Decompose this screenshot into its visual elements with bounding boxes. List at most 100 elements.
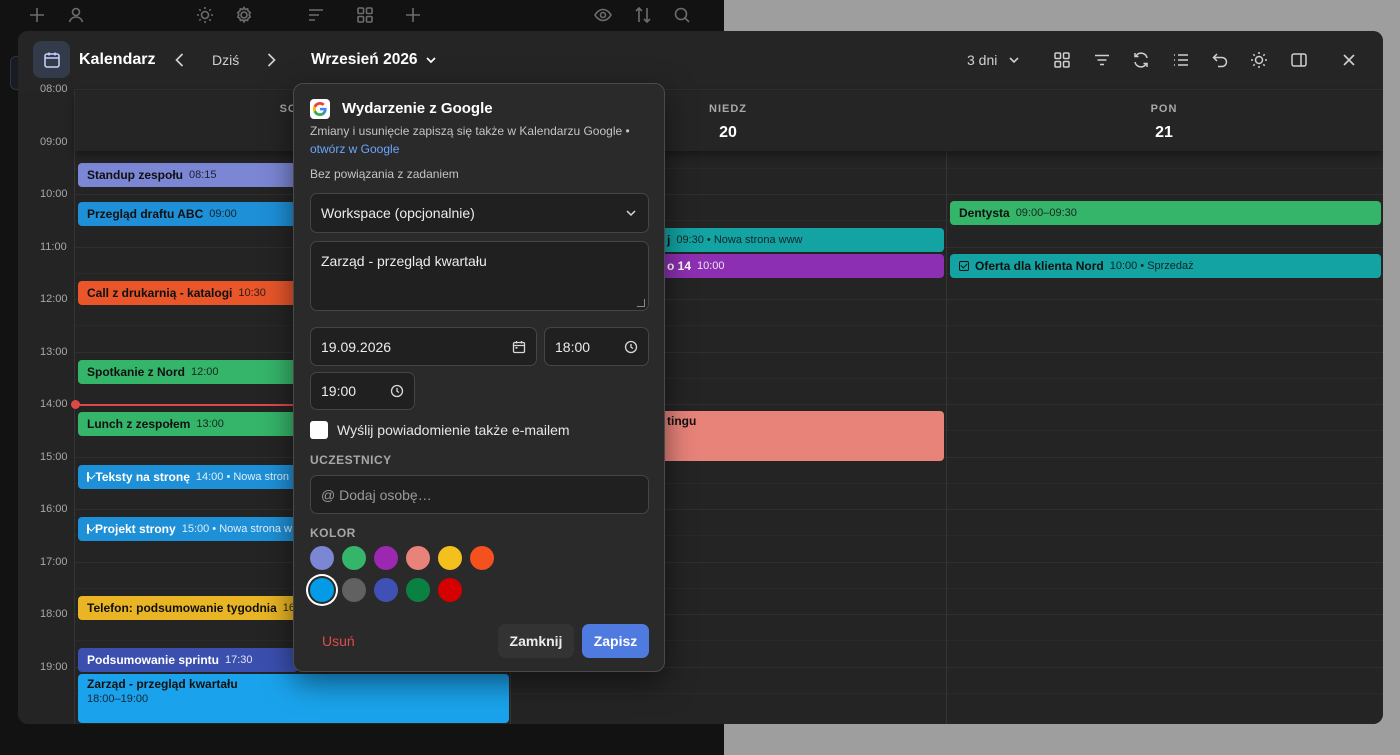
- event-sat-0[interactable]: Standup zespołu 08:15: [78, 163, 298, 187]
- hour-gridline: [74, 194, 1383, 195]
- email-notification-row[interactable]: Wyślij powiadomienie także e-mailem: [310, 421, 570, 439]
- participants-heading: UCZESTNICY: [310, 453, 392, 467]
- hour-label: 13:00: [40, 346, 68, 358]
- event-sat-6[interactable]: Projekt strony 15:00 • Nowa strona w: [78, 517, 298, 541]
- event-sat-4[interactable]: Lunch z zespołem 13:00: [78, 412, 298, 436]
- start-time-input[interactable]: 18:00: [544, 327, 649, 366]
- calendar-icon: [33, 41, 70, 78]
- workspace-value: Workspace (opcjonalnie): [321, 205, 475, 221]
- eye-icon[interactable]: [593, 5, 613, 25]
- sidebar-icon[interactable]: [1289, 50, 1309, 70]
- event-title: Spotkanie z Nord: [87, 365, 186, 379]
- dialog-subtitle: Zmiany i usunięcie zapiszą się także w K…: [310, 122, 650, 158]
- task-checkbox-icon: [87, 524, 89, 534]
- event-title: Oferta dla klienta Nord: [975, 259, 1104, 273]
- event-mon-0[interactable]: Dentysta 09:00–09:30: [950, 201, 1381, 225]
- grid-icon[interactable]: [1052, 50, 1072, 70]
- gear-icon[interactable]: [234, 5, 254, 25]
- day-header-mon[interactable]: PON 21: [946, 91, 1382, 151]
- event-sat-1[interactable]: Przegląd draftu ABC 09:00: [78, 202, 298, 226]
- undo-icon[interactable]: [1210, 50, 1230, 70]
- event-sat-5[interactable]: Teksty na stronę 14:00 • Nowa stron: [78, 465, 298, 489]
- chevron-left-icon[interactable]: [170, 50, 190, 70]
- color-swatch[interactable]: [310, 578, 334, 602]
- color-swatch[interactable]: [374, 578, 398, 602]
- event-sun-0[interactable]: j 09:30 • Nowa strona www: [658, 228, 944, 252]
- event-time: 14:00 • Nowa stron: [195, 471, 289, 483]
- event-time: 10:00 • Sprzedaż: [1109, 260, 1194, 272]
- color-swatch[interactable]: [342, 578, 366, 602]
- color-swatch[interactable]: [310, 546, 334, 570]
- end-time-value: 19:00: [321, 383, 357, 399]
- event-title: Projekt strony: [95, 522, 176, 536]
- event-time: 09:00: [209, 208, 237, 220]
- chevron-right-icon[interactable]: [261, 50, 281, 70]
- color-swatch[interactable]: [342, 546, 366, 570]
- google-icon: [310, 99, 330, 119]
- hour-label: 08:00: [40, 83, 68, 95]
- event-title: tingu: [667, 414, 697, 428]
- color-swatch[interactable]: [470, 546, 494, 570]
- chevron-down-icon: [626, 210, 636, 217]
- participants-input[interactable]: @ Dodaj osobę…: [310, 475, 649, 514]
- event-time: 10:30: [238, 287, 266, 299]
- search-icon[interactable]: [672, 5, 692, 25]
- view-label: 3 dni: [967, 52, 998, 68]
- workspace-select[interactable]: Workspace (opcjonalnie): [310, 193, 649, 233]
- hour-label: 16:00: [40, 503, 68, 515]
- half-hour-gridline: [74, 640, 1383, 641]
- sync-icon[interactable]: [1131, 50, 1151, 70]
- event-sun-2[interactable]: tingu: [658, 411, 944, 461]
- filter-lines-icon[interactable]: [306, 5, 326, 25]
- plus-icon[interactable]: [27, 5, 47, 25]
- event-title: Przegląd draftu ABC: [87, 207, 204, 221]
- email-notification-checkbox[interactable]: [310, 421, 328, 439]
- save-button[interactable]: Zapisz: [582, 624, 649, 658]
- task-checkbox-icon: [87, 472, 90, 482]
- event-title: Podsumowanie sprintu: [87, 653, 220, 667]
- today-button[interactable]: Dziś: [212, 52, 239, 68]
- date-value: 19.09.2026: [321, 338, 392, 355]
- event-sat-3[interactable]: Spotkanie z Nord 12:00: [78, 360, 298, 384]
- event-sat-7[interactable]: Telefon: podsumowanie tygodnia16:3: [78, 596, 298, 620]
- color-swatch[interactable]: [438, 546, 462, 570]
- event-time: 13:00: [196, 418, 224, 430]
- color-heading: KOLOR: [310, 526, 356, 540]
- start-time-value: 18:00: [555, 338, 591, 355]
- close-icon[interactable]: [1339, 50, 1359, 70]
- event-sat-2[interactable]: Call z drukarnią - katalogi 10:30: [78, 281, 298, 305]
- open-in-google-link[interactable]: otwórz w Google: [310, 142, 399, 156]
- event-sat-8[interactable]: Podsumowanie sprintu 17:30: [78, 648, 298, 672]
- sun-icon[interactable]: [1249, 50, 1269, 70]
- date-input[interactable]: 19.09.2026: [310, 327, 537, 366]
- hour-gridline: [74, 89, 1383, 90]
- add-icon[interactable]: [403, 5, 423, 25]
- event-time: 12:00: [191, 366, 219, 378]
- close-button[interactable]: Zamknij: [498, 624, 574, 658]
- month-picker[interactable]: Wrzesień 2026: [311, 51, 438, 69]
- view-selector[interactable]: 3 dni: [967, 52, 1021, 68]
- calendar-header: Kalendarz Dziś Wrzesień 2026 3 dni: [18, 31, 1383, 91]
- event-mon-1[interactable]: Oferta dla klienta Nord 10:00 • Sprzedaż: [950, 254, 1381, 278]
- filter-icon[interactable]: [1092, 50, 1112, 70]
- resize-handle-icon[interactable]: [637, 299, 645, 307]
- hour-gridline: [74, 562, 1383, 563]
- event-time: 15:00 • Nowa strona w: [181, 523, 292, 535]
- color-swatch[interactable]: [374, 546, 398, 570]
- event-sat-9[interactable]: Zarząd - przegląd kwartału 18:00–19:00: [78, 674, 509, 723]
- event-title-textarea[interactable]: Zarząd - przegląd kwartału: [310, 241, 649, 311]
- grid-icon[interactable]: [355, 5, 375, 25]
- color-swatch[interactable]: [406, 578, 430, 602]
- delete-button[interactable]: Usuń: [322, 633, 355, 649]
- event-sun-1[interactable]: o 14 10:00: [658, 254, 944, 278]
- event-title: o 14: [667, 259, 692, 273]
- event-title: Dentysta: [959, 206, 1010, 220]
- event-time: 09:30 • Nowa strona www: [676, 234, 803, 246]
- color-swatch[interactable]: [406, 546, 430, 570]
- user-icon[interactable]: [66, 5, 86, 25]
- list-icon[interactable]: [1171, 50, 1191, 70]
- end-time-input[interactable]: 19:00: [310, 372, 415, 410]
- sun-icon[interactable]: [195, 5, 215, 25]
- sort-icon[interactable]: [633, 5, 653, 25]
- color-swatch[interactable]: [438, 578, 462, 602]
